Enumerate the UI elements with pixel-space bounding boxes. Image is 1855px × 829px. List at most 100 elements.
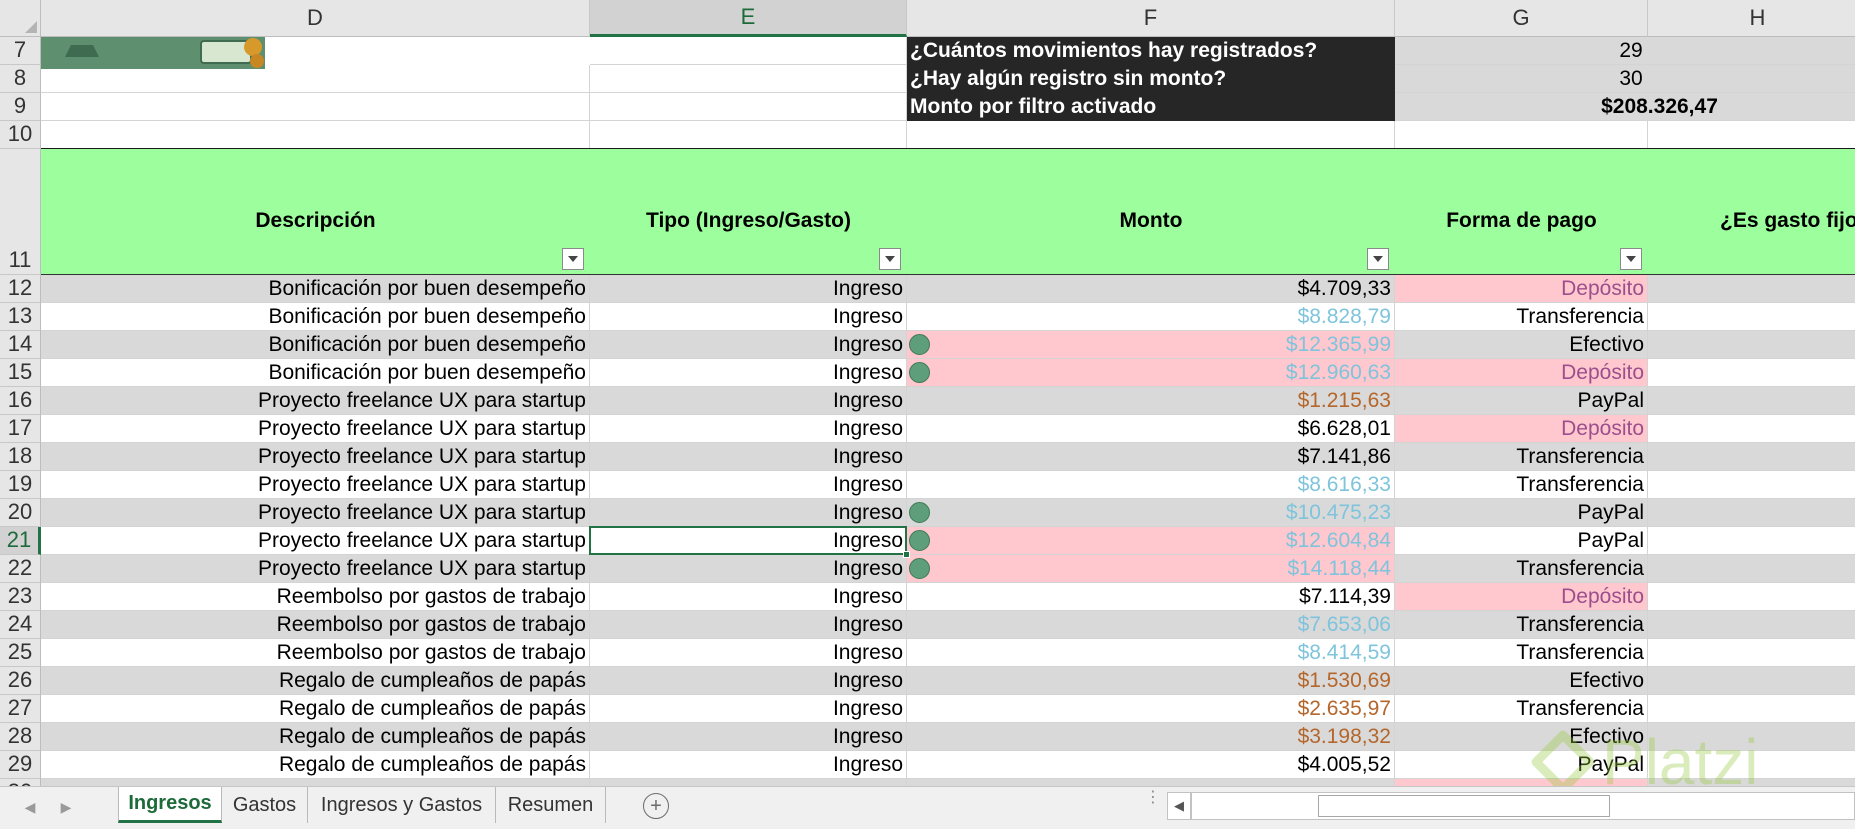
cell-descripcion[interactable]: Proyecto freelance UX para startup — [41, 499, 590, 527]
filter-dropdown-icon[interactable] — [562, 248, 584, 270]
cell-descripcion[interactable]: Proyecto freelance UX para startup — [41, 443, 590, 471]
summary-value[interactable]: 29 — [1395, 37, 1855, 65]
row-header-24[interactable]: 24 — [0, 611, 41, 639]
add-sheet-icon[interactable]: + — [643, 793, 669, 819]
cell-descripcion[interactable]: Bonificación por buen desempeño — [41, 275, 590, 303]
cell-forma-de-pago[interactable]: Transferencia — [1395, 695, 1648, 723]
empty-cell[interactable] — [1648, 527, 1855, 555]
filter-dropdown-icon[interactable] — [1367, 248, 1389, 270]
empty-cell[interactable] — [1648, 275, 1855, 303]
cell-descripcion[interactable]: Reembolso por gastos de trabajo — [41, 583, 590, 611]
cell-descripcion[interactable]: Proyecto freelance UX para startup — [41, 415, 590, 443]
cell-descripcion[interactable]: Regalo de cumpleaños de papás — [41, 695, 590, 723]
cell-descripcion[interactable]: Proyecto freelance UX para startup — [41, 527, 590, 555]
cell-monto[interactable]: $4.005,52 — [907, 751, 1395, 779]
row-header-23[interactable]: 23 — [0, 583, 41, 611]
row-header-18[interactable]: 18 — [0, 443, 41, 471]
cell-descripcion[interactable]: Reembolso por gastos de trabajo — [41, 639, 590, 667]
scrollbar-thumb[interactable] — [1318, 795, 1610, 817]
cell-tipo[interactable]: Ingreso — [590, 667, 907, 695]
cell-monto[interactable]: $12.365,99 — [907, 331, 1395, 359]
cell-forma-de-pago[interactable]: PayPal — [1395, 499, 1648, 527]
filter-dropdown-icon[interactable] — [1620, 248, 1642, 270]
row-header-16[interactable]: 16 — [0, 387, 41, 415]
row-header-21[interactable]: 21 — [0, 527, 41, 555]
row-header-11[interactable]: 11 — [0, 149, 41, 275]
cell-tipo[interactable]: Ingreso — [590, 387, 907, 415]
row-header-10[interactable]: 10 — [0, 121, 41, 149]
cell-tipo[interactable]: Ingreso — [590, 331, 907, 359]
cell-tipo[interactable]: Ingreso — [590, 415, 907, 443]
scroll-left-icon[interactable]: ◀ — [20, 793, 40, 821]
column-header-g[interactable]: G — [1395, 0, 1648, 37]
cell-monto[interactable]: $7.141,86 — [907, 443, 1395, 471]
cell-tipo[interactable]: Ingreso — [590, 499, 907, 527]
row-header-15[interactable]: 15 — [0, 359, 41, 387]
cell-descripcion[interactable]: Regalo de cumpleaños de papás — [41, 667, 590, 695]
cell-forma-de-pago[interactable]: Depósito — [1395, 275, 1648, 303]
cell-tipo[interactable]: Ingreso — [590, 275, 907, 303]
cell-forma-de-pago[interactable]: Depósito — [1395, 359, 1648, 387]
empty-cell[interactable] — [1648, 499, 1855, 527]
sheet-tab-ingresos-y-gastos[interactable]: Ingresos y Gastos — [308, 787, 496, 823]
cell-forma-de-pago[interactable]: Efectivo — [1395, 723, 1648, 751]
cell-forma-de-pago[interactable]: PayPal — [1395, 527, 1648, 555]
cell-descripcion[interactable]: Regalo de cumpleaños de papás — [41, 751, 590, 779]
cell-tipo[interactable]: Ingreso — [590, 639, 907, 667]
cell-tipo[interactable]: Ingreso — [590, 471, 907, 499]
empty-cell[interactable] — [1648, 723, 1855, 751]
empty-cell[interactable] — [1648, 359, 1855, 387]
cell-monto[interactable]: $12.960,63 — [907, 359, 1395, 387]
empty-cell[interactable] — [590, 93, 907, 121]
cell-monto[interactable]: $7.653,06 — [907, 611, 1395, 639]
column-header-d[interactable]: D — [41, 0, 590, 37]
empty-cell[interactable] — [41, 121, 590, 149]
row-header-26[interactable]: 26 — [0, 667, 41, 695]
row-header-27[interactable]: 27 — [0, 695, 41, 723]
row-header-12[interactable]: 12 — [0, 275, 41, 303]
cell-forma-de-pago[interactable]: Efectivo — [1395, 667, 1648, 695]
cell-forma-de-pago[interactable]: PayPal — [1395, 751, 1648, 779]
empty-cell[interactable] — [1395, 121, 1648, 149]
column-header-f[interactable]: F — [907, 0, 1395, 37]
column-header-h[interactable]: H — [1648, 0, 1855, 37]
empty-cell[interactable] — [1648, 443, 1855, 471]
empty-cell[interactable] — [1648, 331, 1855, 359]
empty-cell[interactable] — [907, 121, 1395, 149]
split-grip-icon[interactable]: ⋮ — [1145, 790, 1161, 818]
row-header-29[interactable]: 29 — [0, 751, 41, 779]
cell-forma-de-pago[interactable]: Transferencia — [1395, 639, 1648, 667]
cell-descripcion[interactable]: Proyecto freelance UX para startup — [41, 387, 590, 415]
cell-monto[interactable]: $8.414,59 — [907, 639, 1395, 667]
sheet-tab-resumen[interactable]: Resumen — [496, 787, 606, 823]
cell-monto[interactable]: $14.118,44 — [907, 555, 1395, 583]
cell-forma-de-pago[interactable]: Transferencia — [1395, 611, 1648, 639]
cell-monto[interactable]: $4.709,33 — [907, 275, 1395, 303]
column-header-e[interactable]: E — [590, 0, 907, 37]
empty-cell[interactable] — [1648, 471, 1855, 499]
cell-descripcion[interactable]: Proyecto freelance UX para startup — [41, 471, 590, 499]
cell-forma-de-pago[interactable]: Transferencia — [1395, 471, 1648, 499]
empty-cell[interactable] — [1648, 583, 1855, 611]
empty-cell[interactable] — [1648, 667, 1855, 695]
cell-monto[interactable]: $2.635,97 — [907, 695, 1395, 723]
cell-descripcion[interactable]: Bonificación por buen desempeño — [41, 359, 590, 387]
cell-descripcion[interactable]: Bonificación por buen desempeño — [41, 303, 590, 331]
empty-cell[interactable] — [41, 93, 590, 121]
row-header-7[interactable]: 7 — [0, 37, 41, 65]
cell-forma-de-pago[interactable]: Transferencia — [1395, 443, 1648, 471]
empty-cell[interactable] — [1648, 387, 1855, 415]
cell-forma-de-pago[interactable]: Transferencia — [1395, 555, 1648, 583]
empty-cell[interactable] — [1648, 415, 1855, 443]
active-cell-outline[interactable] — [589, 526, 907, 555]
cell-forma-de-pago[interactable]: PayPal — [1395, 387, 1648, 415]
cell-tipo[interactable]: Ingreso — [590, 555, 907, 583]
empty-cell[interactable] — [1648, 611, 1855, 639]
empty-cell[interactable] — [590, 121, 907, 149]
cell-monto[interactable]: $12.604,84 — [907, 527, 1395, 555]
fill-handle[interactable] — [903, 551, 910, 558]
cell-descripcion[interactable]: Proyecto freelance UX para startup — [41, 555, 590, 583]
empty-cell[interactable] — [1648, 303, 1855, 331]
scroll-prev-icon[interactable]: ◀ — [1167, 792, 1191, 820]
scroll-right-icon[interactable]: ▶ — [56, 793, 76, 821]
